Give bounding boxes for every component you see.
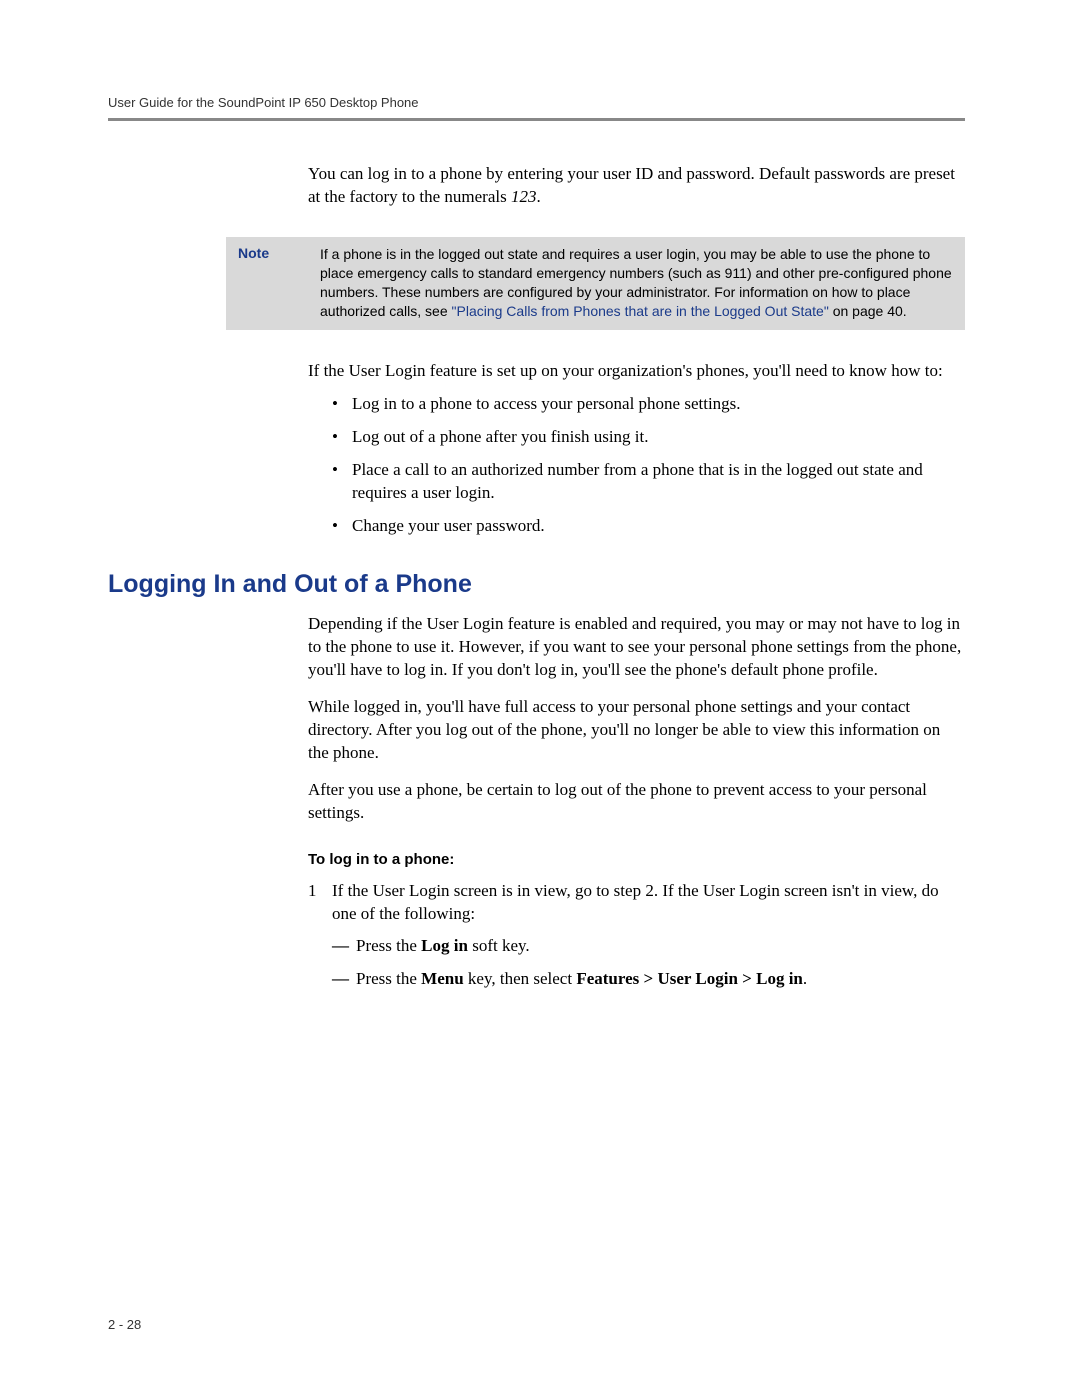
page-header: User Guide for the SoundPoint IP 650 Des…	[108, 95, 965, 121]
bullet-icon: •	[332, 459, 352, 505]
sub-step: — Press the Menu key, then select Featur…	[308, 968, 965, 991]
step-number: 1	[308, 880, 332, 926]
note-body: If a phone is in the logged out state an…	[320, 245, 953, 321]
bullet-icon: •	[332, 393, 352, 416]
intro-paragraph: You can log in to a phone by entering yo…	[308, 163, 965, 209]
note-link[interactable]: "Placing Calls from Phones that are in t…	[452, 303, 829, 319]
section-paragraph: While logged in, you'll have full access…	[308, 696, 965, 765]
list-item: • Change your user password.	[308, 515, 965, 538]
procedure-heading: To log in to a phone:	[308, 851, 965, 868]
bullet-icon: •	[332, 515, 352, 538]
list-item: • Log in to a phone to access your perso…	[308, 393, 965, 416]
header-title: User Guide for the SoundPoint IP 650 Des…	[108, 95, 419, 110]
numbered-step: 1 If the User Login screen is in view, g…	[308, 880, 965, 926]
list-item: • Place a call to an authorized number f…	[308, 459, 965, 505]
section-paragraph: After you use a phone, be certain to log…	[308, 779, 965, 825]
note-label: Note	[238, 245, 320, 321]
bullet-icon: •	[332, 426, 352, 449]
section-heading: Logging In and Out of a Phone	[108, 570, 965, 599]
body-paragraph: If the User Login feature is set up on y…	[308, 360, 965, 383]
bullet-list: • Log in to a phone to access your perso…	[308, 393, 965, 538]
dash-icon: —	[332, 968, 356, 991]
sub-step: — Press the Log in soft key.	[308, 935, 965, 958]
page-number: 2 - 28	[108, 1317, 141, 1332]
section-paragraph: Depending if the User Login feature is e…	[308, 613, 965, 682]
dash-icon: —	[332, 935, 356, 958]
note-callout: Note If a phone is in the logged out sta…	[226, 237, 965, 331]
list-item: • Log out of a phone after you finish us…	[308, 426, 965, 449]
